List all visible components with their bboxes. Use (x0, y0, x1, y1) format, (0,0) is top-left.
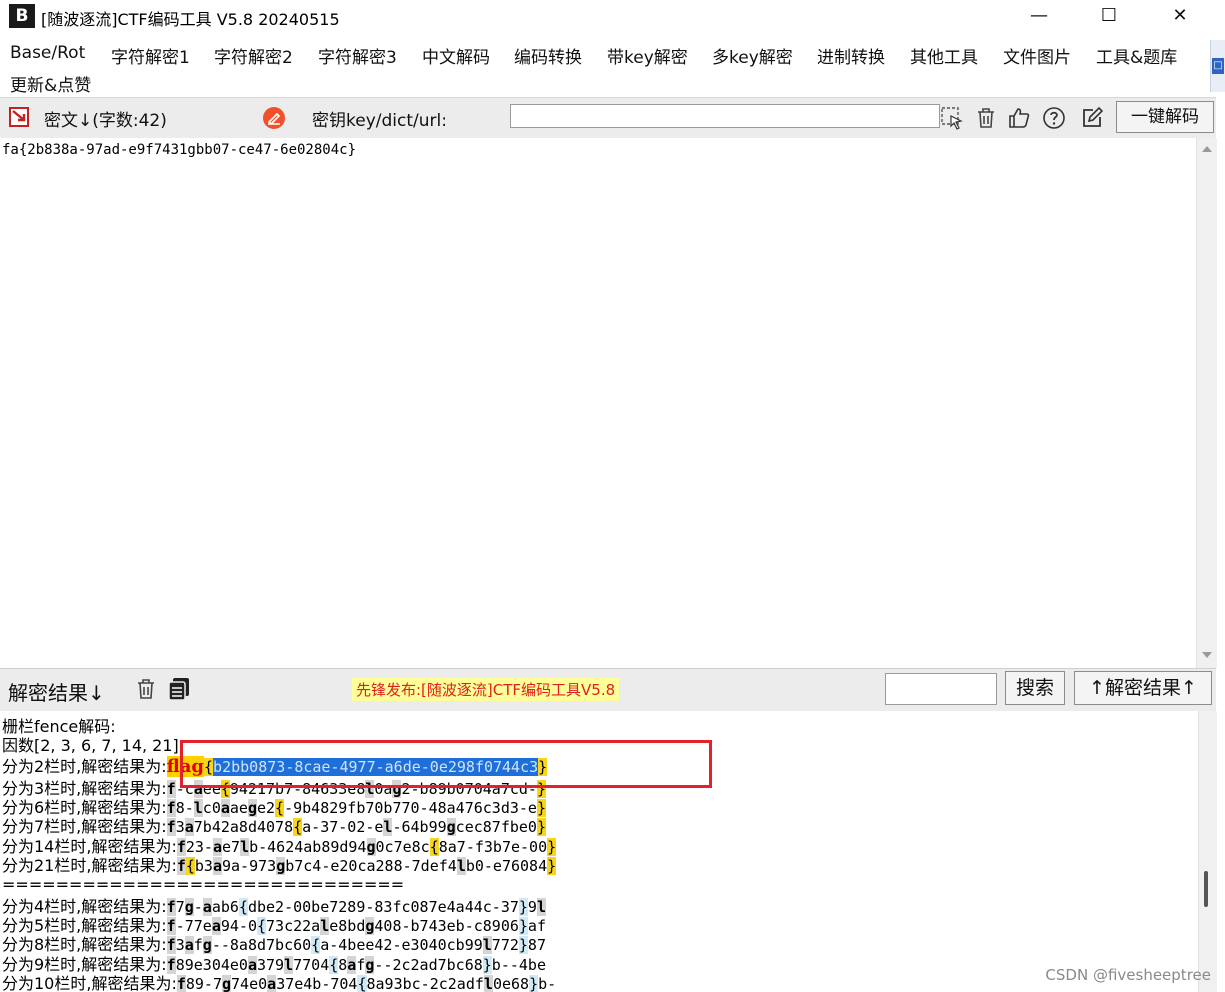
result-scrollbar[interactable] (1198, 711, 1217, 992)
menu-char-decrypt-3[interactable]: 字符解密3 (318, 43, 397, 68)
key-input[interactable] (510, 104, 940, 128)
result-line-14: 分为14栏时,解密结果为:f23-ae7lb-4624ab89d94g0c7e8… (2, 837, 557, 856)
scroll-down-arrow-icon[interactable] (1201, 650, 1213, 660)
menu-base-rot[interactable]: Base/Rot (10, 43, 85, 63)
cipher-textarea[interactable]: fa{2b838a-97ad-e9f7431gbb07-ce47-6e02804… (0, 138, 1196, 668)
clear-result-icon[interactable] (134, 677, 158, 701)
help-icon[interactable] (1042, 106, 1066, 130)
result-line-9: 分为9栏时,解密结果为:f89e304e0a379l7704{8afg--2c2… (2, 955, 546, 974)
result-line-21: 分为21栏时,解密结果为:f{b3a9a-973gb7c4-e20ca288-7… (2, 856, 557, 875)
trash-icon[interactable] (974, 106, 998, 130)
result-line-6: 分为6栏时,解密结果为:f8-lc0aaege2{-9b4829fb70b770… (2, 798, 546, 817)
flag-highlight-box (180, 740, 712, 788)
app-logo-icon: B (9, 4, 35, 28)
cipher-toolbar: 密文↓(字数:42) 密钥key/dict/url: 一键解码 (0, 97, 1216, 139)
side-window-edge: □ (1210, 40, 1225, 92)
menu-file-image[interactable]: 文件图片 (1003, 43, 1071, 68)
clear-cipher-icon[interactable] (262, 106, 286, 130)
copy-result-icon[interactable] (166, 676, 192, 702)
result-scroll-thumb[interactable] (1204, 871, 1208, 907)
title-bar: B [随波逐流]CTF编码工具 V5.8 20240515 — ☐ ✕ (0, 0, 1225, 32)
result-toolbar: 解密结果↓ 先锋发布:[随波逐流]CTF编码工具V5.8 搜索 ↑解密结果↑ (0, 668, 1216, 712)
result-line-5: 分为5栏时,解密结果为:f-77ea94-0{73c22ale8bdg408-b… (2, 916, 546, 935)
result-line-7: 分为7栏时,解密结果为:f3a7b42a8d4078{a-37-02-el-64… (2, 817, 546, 836)
one-click-decode-button[interactable]: 一键解码 (1116, 101, 1214, 133)
cipher-text: fa{2b838a-97ad-e9f7431gbb07-ce47-6e02804… (2, 142, 357, 158)
key-label: 密钥key/dict/url: (312, 111, 447, 131)
result-line-4: 分为4栏时,解密结果为:f7g-aab6{dbe2-00be7289-83fc0… (2, 897, 546, 916)
import-file-icon[interactable] (8, 106, 32, 128)
cipher-scrollbar[interactable] (1196, 138, 1217, 668)
search-button[interactable]: 搜索 (1005, 671, 1065, 705)
menu-update-like[interactable]: 更新&点赞 (10, 71, 91, 96)
promo-banner: 先锋发布:[随波逐流]CTF编码工具V5.8 (352, 678, 620, 701)
minimize-button[interactable]: — (1016, 2, 1062, 30)
menu-char-decrypt-1[interactable]: 字符解密1 (111, 43, 190, 68)
menu-encoding-convert[interactable]: 编码转换 (514, 43, 582, 68)
menu-base-convert[interactable]: 进制转换 (817, 43, 885, 68)
menu-multikey-decrypt[interactable]: 多key解密 (712, 43, 793, 68)
menu-tools-bank[interactable]: 工具&题库 (1096, 43, 1177, 68)
select-cursor-icon[interactable] (940, 106, 964, 130)
window-title: [随波逐流]CTF编码工具 V5.8 20240515 (41, 10, 340, 29)
result-separator: ============================== (2, 875, 405, 894)
result-label: 解密结果↓ (8, 681, 105, 705)
thumbs-up-icon[interactable] (1007, 106, 1031, 130)
scroll-up-arrow-icon[interactable] (1201, 144, 1213, 154)
menu-char-decrypt-2[interactable]: 字符解密2 (214, 43, 293, 68)
menu-other-tools[interactable]: 其他工具 (910, 43, 978, 68)
edit-icon[interactable] (1080, 106, 1104, 130)
result-factors: 因数[2, 3, 6, 7, 14, 21]: (2, 736, 185, 755)
result-up-button[interactable]: ↑解密结果↑ (1074, 671, 1212, 705)
cipher-label: 密文↓(字数:42) (44, 111, 167, 131)
menu-key-decrypt[interactable]: 带key解密 (607, 43, 688, 68)
maximize-button[interactable]: ☐ (1086, 2, 1132, 30)
side-tab-icon: □ (1212, 58, 1224, 74)
result-line-8: 分为8栏时,解密结果为:f3afg--8a8d7bc60{a-4bee42-e3… (2, 935, 546, 954)
result-header: 栅栏fence解码: (2, 717, 116, 736)
search-input[interactable] (885, 673, 997, 705)
watermark: CSDN @fivesheeptree (1045, 966, 1211, 984)
close-button[interactable]: ✕ (1157, 2, 1203, 30)
menu-chinese-decode[interactable]: 中文解码 (422, 43, 490, 68)
result-line-10: 分为10栏时,解密结果为:f89-7g74e0a37e4b-704{8a93bc… (2, 974, 557, 992)
menu-bar: Base/Rot 字符解密1 字符解密2 字符解密3 中文解码 编码转换 带ke… (0, 40, 1210, 96)
